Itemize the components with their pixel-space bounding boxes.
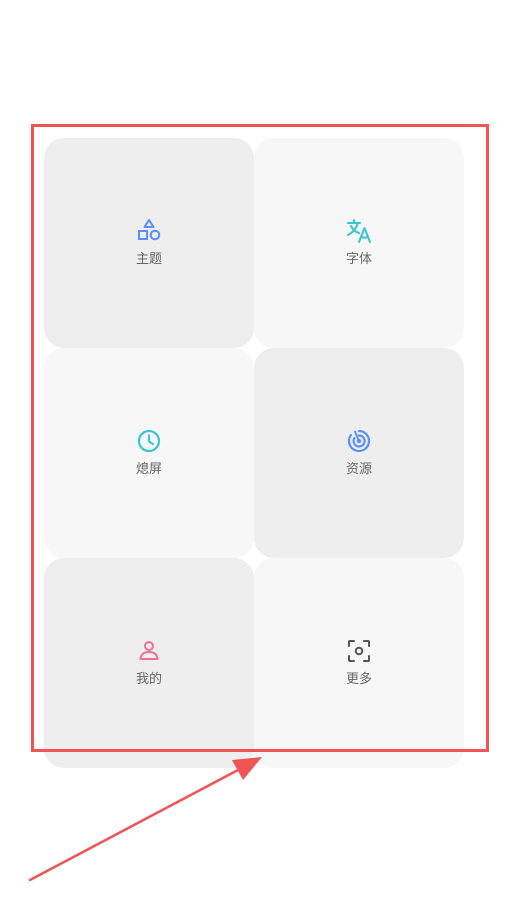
tile-theme-label: 主题 <box>135 252 162 267</box>
tile-mine-label: 我的 <box>135 672 162 687</box>
tile-font[interactable]: 字体 <box>254 138 464 348</box>
screen: 主题 字体 熄屏 资源 我的 更多 <box>0 0 512 901</box>
person-icon <box>139 641 159 660</box>
shapes-icon <box>138 219 161 241</box>
translate-icon <box>347 219 371 243</box>
clock-icon <box>137 429 161 453</box>
tile-resources-label: 资源 <box>345 462 372 477</box>
tile-more-label: 更多 <box>345 672 372 687</box>
tile-screen-off-label: 熄屏 <box>135 462 162 477</box>
tile-more[interactable]: 更多 <box>254 558 464 768</box>
tile-theme[interactable]: 主题 <box>44 138 254 348</box>
scan-icon <box>348 640 370 662</box>
tile-font-label: 字体 <box>345 252 372 267</box>
tile-screen-off[interactable]: 熄屏 <box>44 348 254 558</box>
tile-resources[interactable]: 资源 <box>254 348 464 558</box>
radar-icon <box>347 429 371 453</box>
tile-mine[interactable]: 我的 <box>44 558 254 768</box>
